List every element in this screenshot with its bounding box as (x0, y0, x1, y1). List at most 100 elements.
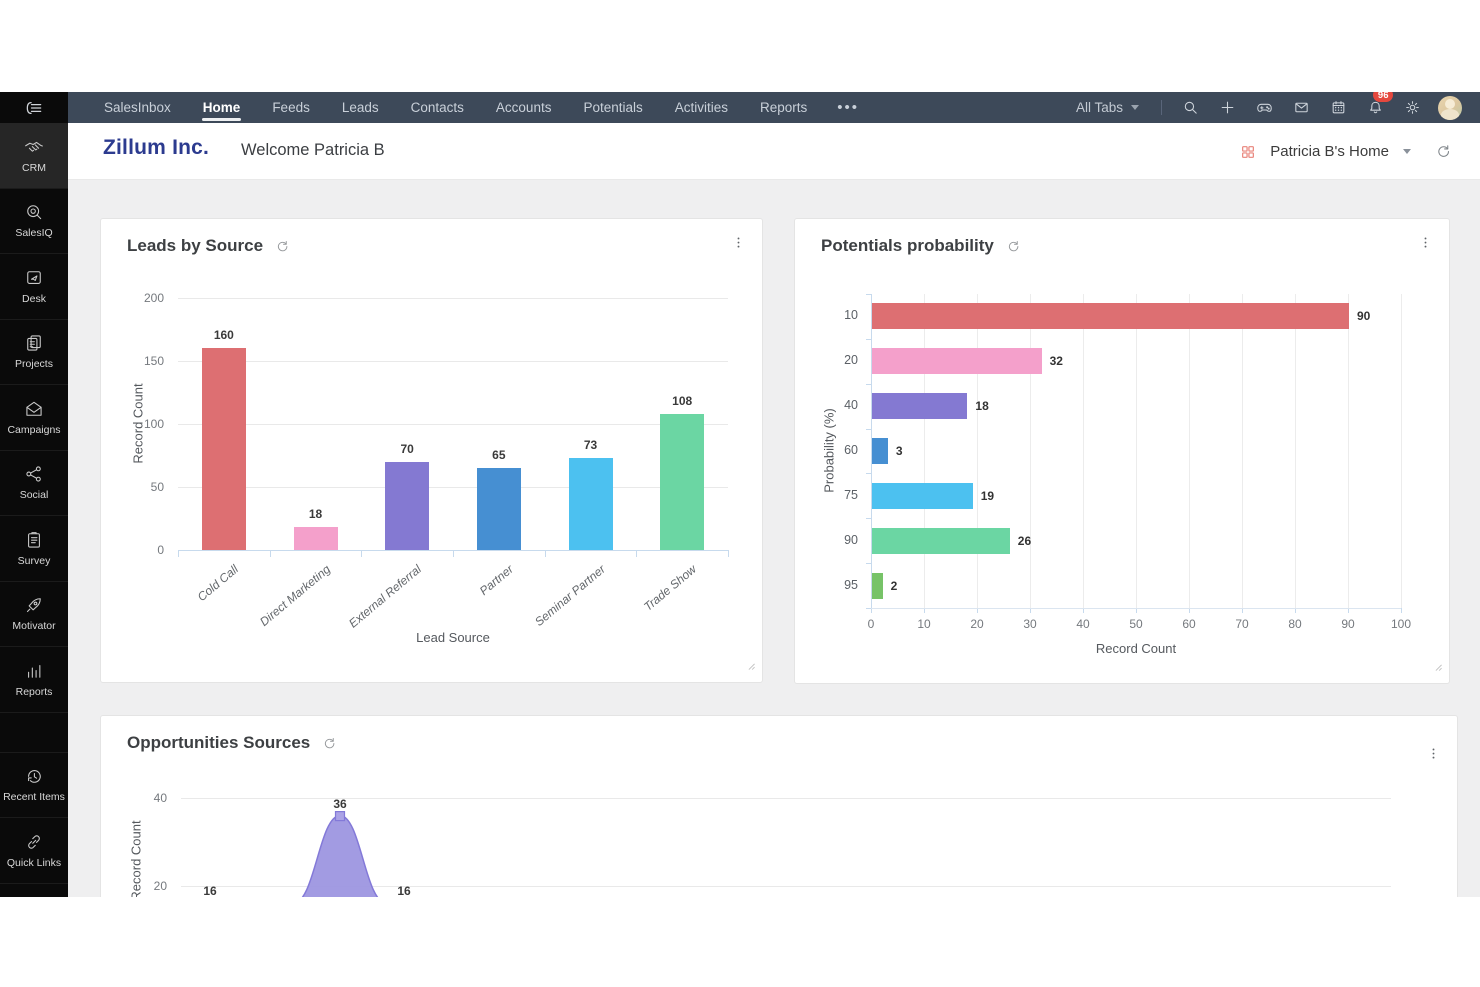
bar-value-label: 18 (308, 507, 323, 522)
opportunities-sources-card: Opportunities Sources 40 20 16 36 16 Record C… (100, 715, 1458, 897)
tab-salesinbox[interactable]: SalesInbox (88, 92, 187, 123)
chart-options-menu[interactable] (1426, 746, 1441, 766)
point-value-label: 16 (203, 883, 217, 897)
dashboard-grid-icon (1240, 144, 1256, 160)
chart-options-menu[interactable] (1418, 235, 1433, 255)
gridline (1348, 294, 1349, 608)
sidebar-item-salesiq[interactable]: SalesIQ (0, 189, 68, 254)
x-axis-tick-label: 90 (1341, 617, 1355, 631)
sidebar-item-crm[interactable]: CRM (0, 123, 68, 189)
y-axis-title: Record Count (128, 820, 144, 897)
sidebar-item-reports[interactable]: Reports (0, 647, 68, 713)
notifications-button[interactable]: 96 (1357, 92, 1394, 123)
bar-external-referral[interactable] (385, 461, 430, 550)
sidebar-item-motivator[interactable]: Motivator (0, 582, 68, 647)
sidebar-item-campaigns[interactable]: Campaigns (0, 385, 68, 451)
gridline (178, 487, 728, 488)
link-icon (24, 832, 44, 852)
collapse-menu-icon (24, 98, 44, 118)
x-axis-tick (636, 550, 638, 557)
bar-value-label: 32 (1049, 354, 1063, 369)
bar-direct-marketing[interactable] (293, 527, 338, 550)
notification-count-badge: 96 (1373, 92, 1393, 102)
add-button[interactable] (1209, 92, 1246, 123)
x-axis-category-label: Seminar Partner (531, 562, 608, 629)
calendar-button[interactable] (1320, 92, 1357, 123)
bar-probability-75[interactable] (872, 482, 973, 509)
more-tabs-button[interactable]: ••• (823, 92, 873, 123)
x-axis-tick (1401, 608, 1402, 613)
bar-value-label: 160 (213, 328, 234, 343)
tab-home[interactable]: Home (187, 92, 257, 123)
dashboard-content: Leads by Source 0 50 100 150 200 160 Cold Call… (68, 180, 1480, 897)
tab-reports[interactable]: Reports (744, 92, 823, 123)
bar-probability-40[interactable] (872, 393, 968, 420)
all-tabs-dropdown[interactable]: All Tabs (1076, 100, 1139, 115)
crm-app-window: CRM SalesIQ Desk Projects Campaigns Social Sur… (0, 92, 1480, 897)
sidebar-item-projects[interactable]: Projects (0, 320, 68, 385)
bar-seminar-partner[interactable] (568, 458, 613, 550)
x-axis-category-label: Trade Show (641, 562, 700, 614)
chart-options-menu[interactable] (731, 235, 746, 255)
app-menu-button[interactable] (0, 92, 68, 123)
bar-trade-show[interactable] (660, 413, 705, 550)
sidebar-item-quick-links[interactable]: Quick Links (0, 818, 68, 884)
tab-contacts[interactable]: Contacts (395, 92, 480, 123)
profile-menu[interactable] (1431, 92, 1468, 123)
x-axis-tick (178, 550, 179, 557)
tab-potentials[interactable]: Potentials (567, 92, 658, 123)
y-axis-category-label: 10 (844, 308, 858, 323)
gridline (178, 298, 728, 299)
bar-probability-95[interactable] (872, 572, 883, 599)
x-axis-category-label: Partner (476, 562, 516, 599)
sidebar-item-survey[interactable]: Survey (0, 516, 68, 582)
settings-icon (1404, 99, 1421, 116)
gridline (1189, 294, 1190, 608)
gridline (1030, 294, 1031, 608)
sidebar-item-social[interactable]: Social (0, 451, 68, 516)
tab-accounts[interactable]: Accounts (480, 92, 568, 123)
x-axis-tick-label: 50 (1129, 617, 1143, 631)
y-axis-tick-label: 0 (157, 543, 164, 557)
refresh-dashboard-button[interactable] (1435, 143, 1452, 160)
bar-probability-20[interactable] (872, 348, 1042, 375)
refresh-chart-button[interactable] (1006, 239, 1021, 254)
x-axis-title: Record Count (1095, 641, 1177, 656)
refresh-chart-button[interactable] (275, 239, 290, 254)
bar-cold-call[interactable] (201, 348, 246, 550)
y-axis-category-label: 90 (844, 532, 858, 547)
resize-handle[interactable] (744, 659, 757, 677)
search-button[interactable] (1172, 92, 1209, 123)
bar-probability-10[interactable] (872, 303, 1349, 330)
handshake-icon (24, 137, 44, 157)
x-axis-tick (453, 550, 454, 557)
x-axis-tick-label: 70 (1235, 617, 1249, 631)
bar-probability-60[interactable] (872, 438, 888, 464)
x-axis-tick-label: 10 (917, 617, 931, 631)
settings-button[interactable] (1394, 92, 1431, 123)
sidebar-item-desk[interactable]: Desk (0, 254, 68, 320)
resize-handle[interactable] (1431, 660, 1444, 678)
tab-leads[interactable]: Leads (326, 92, 395, 123)
navbar-divider (1161, 100, 1162, 115)
y-axis-tick (866, 518, 871, 520)
mail-button[interactable] (1283, 92, 1320, 123)
sidebar-item-recent-items[interactable]: Recent Items (0, 753, 68, 818)
search-icon (1182, 99, 1199, 116)
bar-probability-90[interactable] (872, 527, 1010, 554)
chevron-down-icon[interactable] (1403, 149, 1411, 154)
bar-value-label: 3 (895, 444, 903, 458)
dashboard-selector[interactable]: Patricia B's Home (1270, 143, 1389, 160)
clipboard-icon (24, 530, 44, 550)
x-axis-tick (361, 550, 363, 557)
bar-partner[interactable] (476, 468, 521, 550)
tab-feeds[interactable]: Feeds (256, 92, 326, 123)
tab-activities[interactable]: Activities (659, 92, 744, 123)
x-axis-line (871, 608, 1401, 609)
bar-value-label: 70 (400, 441, 414, 456)
x-axis-tick-label: 0 (867, 617, 875, 631)
mail-icon (1293, 99, 1310, 116)
area-series[interactable] (181, 716, 1391, 897)
games-button[interactable] (1246, 92, 1283, 123)
x-axis-category-label: Cold Call (194, 562, 241, 605)
